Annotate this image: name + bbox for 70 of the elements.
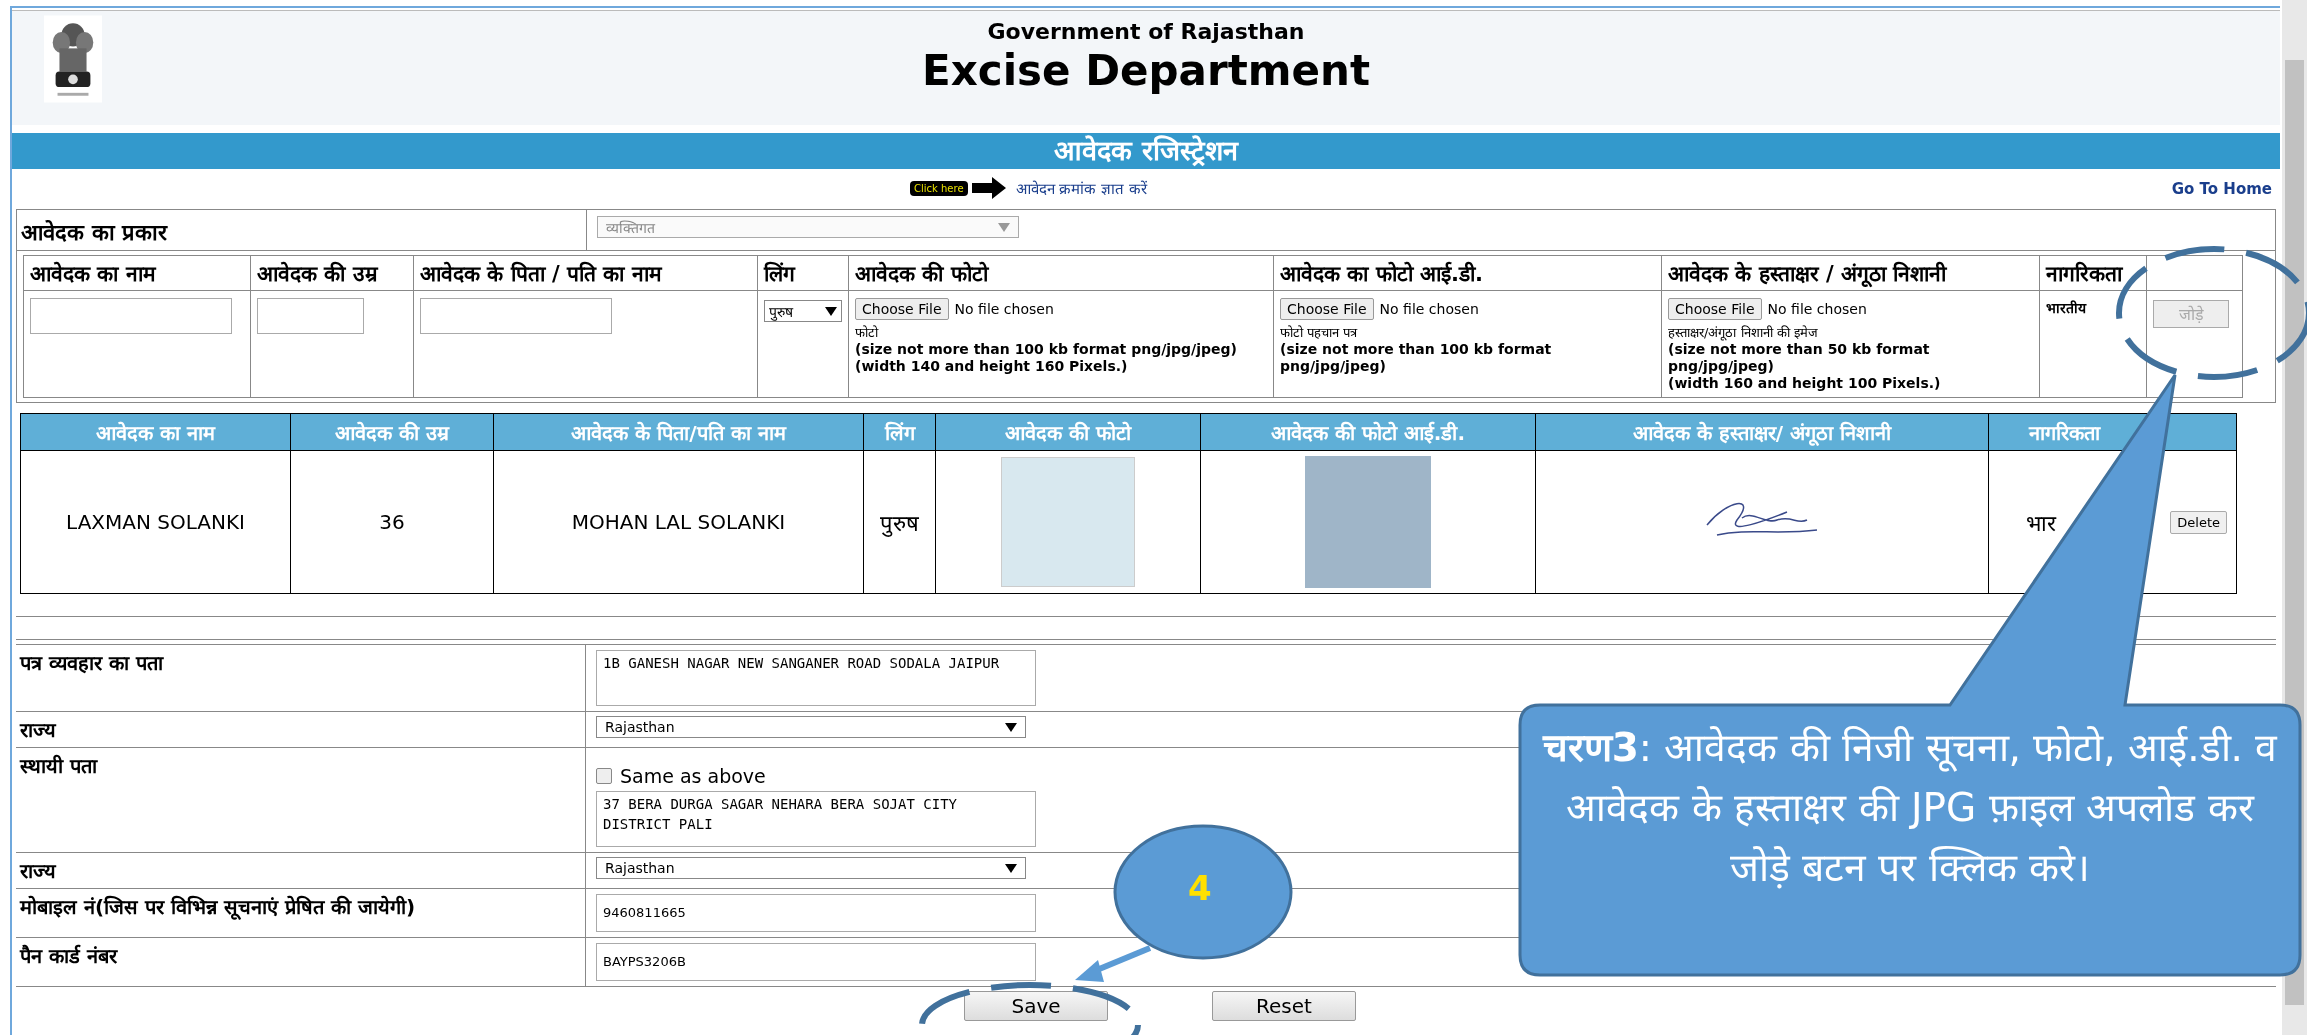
- column-header: आवेदक के हस्ताक्षर/ अंगूठा निशानी: [1535, 413, 1989, 451]
- column-header: लिंग: [863, 413, 936, 451]
- header-subtitle: Government of Rajasthan: [987, 19, 1305, 44]
- column-header: आवेदक का नाम: [20, 413, 291, 451]
- caret-icon: [998, 222, 1010, 232]
- home-link[interactable]: Go To Home: [2171, 180, 2272, 198]
- file-status: No file chosen: [1767, 301, 1867, 317]
- find-application-link[interactable]: आवेदन क्रमांक ज्ञात करें: [1015, 178, 1147, 198]
- column-header: लिंग: [757, 255, 849, 291]
- name-input[interactable]: [30, 298, 232, 334]
- caret-icon: [1005, 863, 1017, 873]
- column-header: आवेदक की फोटो आई.डी.: [1200, 413, 1536, 451]
- reset-button[interactable]: Reset: [1212, 991, 1356, 1021]
- field-label: मोबाइल नं(जिस पर विभिन्न सूचनाएं प्रेषित की जायेगी): [20, 895, 416, 919]
- file-status: No file chosen: [954, 301, 1054, 317]
- click-here-label[interactable]: Click here: [910, 180, 968, 196]
- citizenship-text: भारतीय: [2046, 299, 2086, 317]
- file-note: (width 140 and height 160 Pixels.): [855, 358, 1129, 375]
- file-caption: फोटो पहचान पत्र: [1280, 324, 1359, 341]
- column-header: आवेदक के हस्ताक्षर / अंगूठा निशानी: [1661, 255, 2040, 291]
- file-note: (width 160 and height 100 Pixels.): [1668, 375, 1942, 392]
- column-header: आवेदक की उम्र: [250, 255, 414, 291]
- table-cell: MOHAN LAL SOLANKI: [571, 510, 786, 534]
- field-label: स्थायी पता: [20, 754, 97, 778]
- column-header: आवेदक का नाम: [23, 255, 251, 291]
- caret-icon: [1005, 722, 1017, 732]
- file-note: (size not more than 50 kb format png/jpg/jpeg): [1668, 341, 1931, 375]
- column-header: नागरिकता: [2039, 255, 2147, 291]
- column-header: आवेदक की फोटो: [848, 255, 1274, 291]
- callout-text: चरण3: आवेदक की निजी सूचना, फोटो, आई.डी. व आवेदक के हस्ताक्षर की JPG फ़ाइल अपलोड कर जोड़े बटन पर क्लिक करे।: [1541, 724, 2279, 892]
- age-input[interactable]: [257, 298, 364, 334]
- step-number: 4: [1188, 868, 1212, 908]
- state-select[interactable]: Rajasthan: [596, 857, 1026, 879]
- checkbox[interactable]: [596, 768, 612, 784]
- delete-button[interactable]: Delete: [2170, 510, 2227, 534]
- choose-file-button[interactable]: Choose File: [855, 298, 949, 320]
- column-header: आवेदक के पिता/पति का नाम: [493, 413, 864, 451]
- field-label: राज्य: [20, 859, 56, 883]
- input-field[interactable]: 9460811665: [596, 894, 1036, 932]
- input-field[interactable]: BAYPS3206B: [596, 943, 1036, 981]
- address-textarea[interactable]: 37 BERA DURGA SAGAR NEHARA BERA SOJAT CITY DISTRICT PALI: [596, 791, 1036, 847]
- column-header: आवेदक का फोटो आई.डी.: [1273, 255, 1662, 291]
- caret-icon: [825, 306, 837, 316]
- arrow-icon: [971, 177, 1006, 199]
- state-select[interactable]: Rajasthan: [596, 716, 1026, 738]
- header-title: Excise Department: [922, 46, 1370, 95]
- file-caption: हस्ताक्षर/अंगूठा निशानी की इमेज: [1668, 324, 1819, 341]
- file-note: (size not more than 100 kb format png/jpg/jpeg): [1280, 341, 1553, 375]
- choose-file-button[interactable]: Choose File: [1280, 298, 1374, 320]
- column-header: आवेदक की फोटो: [935, 413, 1201, 451]
- field-label: राज्य: [20, 718, 56, 742]
- field-label: आवेदक का प्रकार: [17, 210, 587, 250]
- column-header: आवेदक के पिता / पति का नाम: [413, 255, 758, 291]
- address-textarea[interactable]: 1B GANESH NAGAR NEW SANGANER ROAD SODALA JAIPUR: [596, 650, 1036, 706]
- choose-file-button[interactable]: Choose File: [1668, 298, 1762, 320]
- gender-select[interactable]: पुरुष: [764, 300, 842, 322]
- table-cell: 36: [379, 510, 405, 534]
- file-note: (size not more than 100 kb format png/jpg/jpeg): [855, 341, 1238, 358]
- field-label: पत्र व्यवहार का पता: [20, 651, 163, 675]
- table-cell-text: भार: [2026, 510, 2056, 537]
- save-button[interactable]: Save: [964, 991, 1108, 1021]
- table-cell: पुरुष: [880, 511, 919, 536]
- father-name-input[interactable]: [420, 298, 612, 334]
- section-banner: आवेदक रजिस्ट्रेशन: [12, 133, 2280, 169]
- file-status: No file chosen: [1379, 301, 1479, 317]
- checkbox-label: Same as above: [620, 765, 766, 787]
- table-cell: LAXMAN SOLANKI: [66, 510, 245, 534]
- file-caption: फोटो: [855, 324, 880, 341]
- column-header: आवेदक की उम्र: [290, 413, 494, 451]
- field-label: पैन कार्ड नंबर: [20, 944, 117, 968]
